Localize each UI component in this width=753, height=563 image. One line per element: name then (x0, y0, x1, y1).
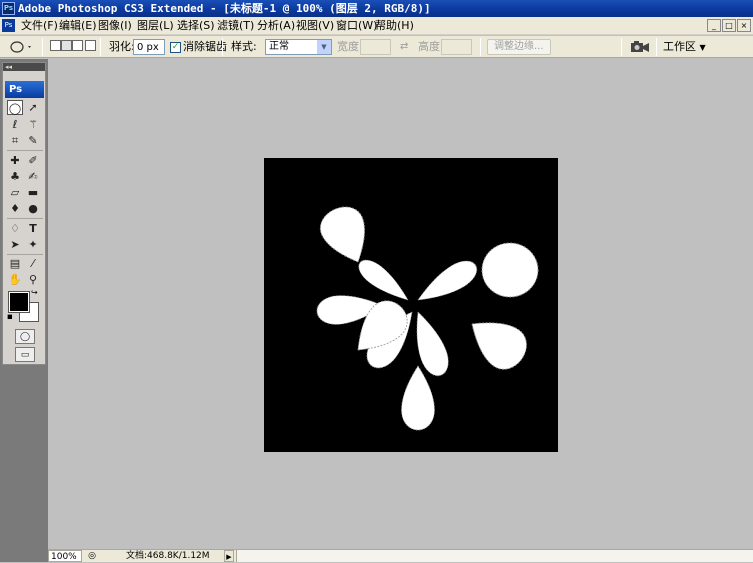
menu-view[interactable]: 视图(V) (294, 17, 336, 35)
move-tool-icon[interactable]: ➚ (25, 100, 41, 115)
history-brush-tool-icon[interactable]: ✍ (25, 169, 41, 184)
document-window-controls: _ □ × (707, 19, 751, 32)
anti-alias-checkbox[interactable]: ✓ (170, 42, 181, 53)
menu-help[interactable]: 帮助(H) (373, 17, 416, 35)
workspace-label: 工作区 (663, 40, 696, 53)
round-blob-shape (481, 242, 539, 298)
intersect-selection-icon[interactable] (85, 40, 96, 51)
swap-dimensions-icon[interactable]: ⇄ (400, 36, 408, 58)
restore-button[interactable]: □ (722, 19, 736, 32)
eraser-tool-icon[interactable]: ▱ (7, 185, 23, 200)
menu-select[interactable]: 选择(S) (175, 17, 217, 35)
artwork (313, 199, 539, 431)
magic-wand-tool-icon[interactable]: ⚚ (25, 117, 41, 132)
lasso-tool-icon[interactable]: ℓ (7, 117, 23, 132)
menu-file[interactable]: 文件(F) (19, 17, 60, 35)
new-selection-icon[interactable] (50, 40, 61, 51)
elliptical-marquee-tool-icon[interactable]: ◯ (7, 100, 23, 115)
petal-shape (458, 305, 535, 378)
petal-shape (411, 254, 483, 311)
custom-shape-tool-icon[interactable]: ✦ (25, 237, 41, 252)
swap-colors-icon[interactable]: ↪ (31, 289, 38, 297)
feather-label: 羽化: (109, 40, 135, 53)
separator (42, 38, 43, 56)
document-size-info: 文档:468.8K/1.12M (126, 551, 210, 561)
menu-analysis[interactable]: 分析(A) (255, 17, 297, 35)
menu-image[interactable]: 图像(I) (96, 17, 134, 35)
width-input[interactable] (360, 39, 391, 55)
menu-edit[interactable]: 编辑(E) (57, 17, 99, 35)
style-label: 样式: (231, 40, 257, 53)
document-icon[interactable]: Ps (2, 19, 15, 32)
subtract-from-selection-icon[interactable] (72, 40, 83, 51)
separator (656, 38, 657, 56)
photoshop-logo[interactable]: Ps (5, 81, 44, 98)
title-bar: Ps Adobe Photoshop CS3 Extended - [未标题-1… (0, 0, 753, 17)
document-canvas[interactable] (264, 158, 558, 452)
chevron-down-icon: ▼ (317, 40, 331, 54)
healing-brush-tool-icon[interactable]: ✚ (7, 153, 23, 168)
petal-shape (405, 306, 454, 381)
toolbox-panel: ◂◂ Ps ◯ ➚ ℓ ⚚ ⌗ ✎ ✚ ✐ ♣ ✍ ▱ ▬ ♦ ● ♢ T ➤ … (2, 62, 46, 365)
zoom-tool-icon[interactable]: ⚲ (25, 272, 41, 287)
style-value: 正常 (269, 41, 289, 52)
crop-tool-icon[interactable]: ⌗ (7, 133, 23, 148)
anti-alias-label: 消除锯齿 (183, 40, 227, 53)
menu-bar: Ps 文件(F) 编辑(E) 图像(I) 图层(L) 选择(S) 滤镜(T) 分… (0, 17, 753, 35)
screen-mode-icon[interactable]: ▭ (15, 347, 35, 362)
blur-tool-icon[interactable]: ♦ (7, 201, 23, 216)
separator (621, 38, 622, 56)
status-menu-arrow-icon[interactable]: ▶ (224, 550, 234, 562)
horizontal-scrollbar[interactable] (236, 550, 753, 562)
height-label: 高度: (418, 40, 444, 53)
status-bar: 100% ◎ 文档:468.8K/1.12M ▶ (48, 549, 753, 562)
separator (480, 38, 481, 56)
gradient-tool-icon[interactable]: ▬ (25, 185, 41, 200)
menu-filter[interactable]: 滤镜(T) (215, 17, 256, 35)
clone-stamp-tool-icon[interactable]: ♣ (7, 169, 23, 184)
minimize-button[interactable]: _ (707, 19, 721, 32)
petal-shape (401, 365, 435, 431)
type-tool-icon[interactable]: T (25, 221, 41, 236)
feather-input[interactable] (133, 39, 165, 55)
workspace-menu[interactable]: 工作区 ▼ (663, 36, 706, 59)
separator (100, 38, 101, 56)
chevron-down-icon: ▼ (699, 43, 706, 52)
dodge-tool-icon[interactable]: ● (25, 201, 41, 216)
style-select[interactable]: 正常 ▼ (265, 39, 332, 55)
separator (7, 218, 43, 219)
slice-tool-icon[interactable]: ✎ (25, 133, 41, 148)
elliptical-marquee-preset-icon[interactable] (8, 39, 34, 58)
separator (222, 38, 223, 56)
default-colors-icon[interactable]: ◾ (7, 313, 13, 321)
add-to-selection-icon[interactable] (61, 40, 72, 51)
brush-tool-icon[interactable]: ✐ (25, 153, 41, 168)
close-button[interactable]: × (737, 19, 751, 32)
photoshop-app-icon: Ps (2, 2, 15, 15)
camera-icon[interactable] (630, 40, 650, 57)
separator (7, 150, 43, 151)
collapse-panel-button[interactable]: ◂◂ (3, 63, 45, 71)
zoom-level-field[interactable]: 100% (48, 550, 82, 562)
path-selection-tool-icon[interactable]: ➤ (7, 237, 23, 252)
quick-mask-icon[interactable]: ◯ (15, 329, 35, 344)
menu-layer[interactable]: 图层(L) (135, 17, 176, 35)
refine-edge-button[interactable]: 调整边缘... (487, 39, 551, 55)
eyedropper-tool-icon[interactable]: ⁄ (25, 256, 41, 271)
hand-tool-icon[interactable]: ✋ (7, 272, 23, 287)
notes-tool-icon[interactable]: ▤ (7, 256, 23, 271)
options-bar: 羽化: ✓ 消除锯齿 样式: 正常 ▼ 宽度: ⇄ 高度: 调整边缘... 工作… (0, 36, 753, 58)
status-info-icon[interactable]: ◎ (86, 550, 98, 562)
separator (7, 254, 43, 255)
width-label: 宽度: (337, 40, 363, 53)
pen-tool-icon[interactable]: ♢ (7, 221, 23, 236)
foreground-color-swatch[interactable] (8, 291, 30, 313)
height-input[interactable] (441, 39, 472, 55)
window-title: Adobe Photoshop CS3 Extended - [未标题-1 @ … (18, 2, 431, 15)
